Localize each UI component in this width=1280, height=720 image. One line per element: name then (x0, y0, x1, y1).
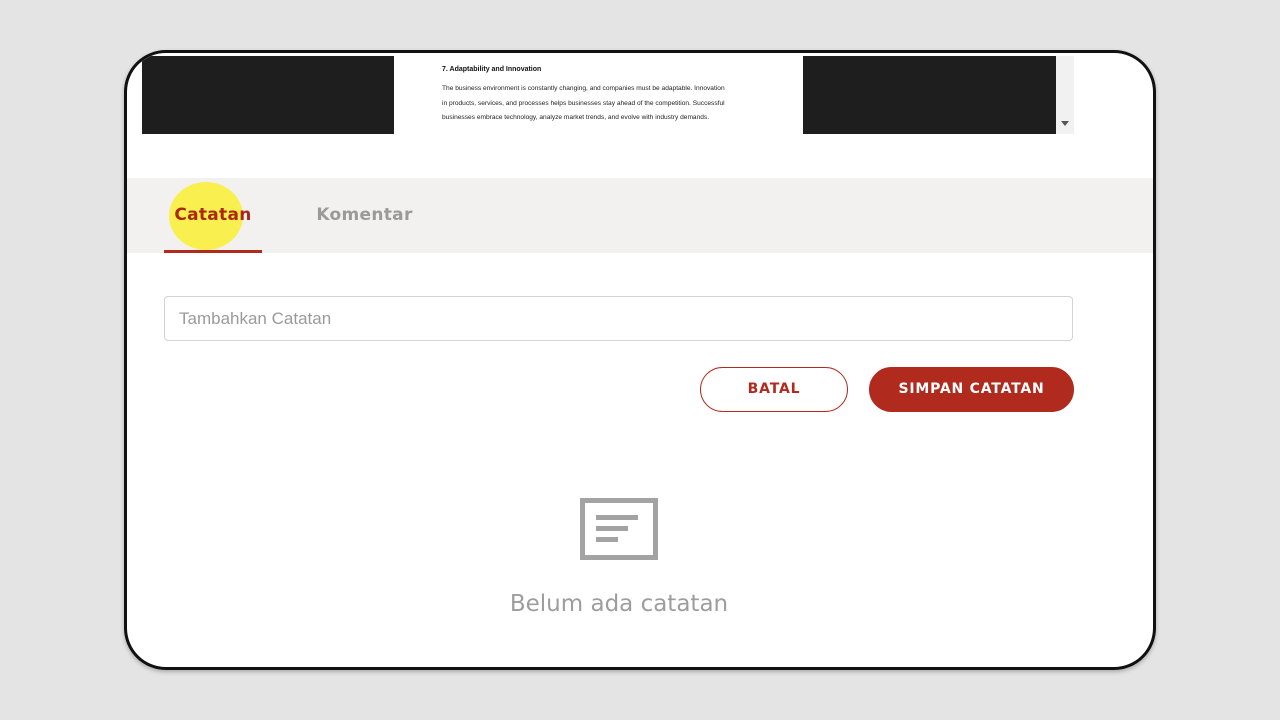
document-page: 7. Adaptability and Innovation The busin… (399, 56, 798, 134)
save-note-button[interactable]: SIMPAN CATATAN (869, 367, 1074, 412)
tab-notes[interactable]: Catatan (164, 178, 262, 253)
document-line: The business environment is constantly c… (442, 85, 725, 92)
tab-comments-label: Komentar (316, 205, 413, 225)
document-line: businesses embrace technology, analyze m… (442, 114, 710, 121)
viewer-scrollbar[interactable] (1056, 56, 1074, 134)
add-note-input[interactable] (164, 296, 1073, 341)
cancel-button[interactable]: BATAL (700, 367, 848, 412)
viewer-background-left (142, 56, 394, 134)
document-line: in products, services, and processes hel… (442, 99, 725, 107)
tab-notes-label: Catatan (174, 205, 252, 225)
empty-state-text: Belum ada catatan (509, 591, 729, 617)
note-icon (580, 498, 658, 560)
document-viewer[interactable]: 7. Adaptability and Innovation The busin… (142, 56, 1074, 134)
tab-comments[interactable]: Komentar (307, 178, 422, 253)
app-window: 7. Adaptability and Innovation The busin… (124, 50, 1156, 670)
viewer-background-right (803, 56, 1056, 134)
document-heading: 7. Adaptability and Innovation (442, 66, 542, 73)
tabs-bar: Catatan Komentar (127, 178, 1153, 253)
scroll-down-arrow-icon[interactable] (1061, 121, 1069, 126)
